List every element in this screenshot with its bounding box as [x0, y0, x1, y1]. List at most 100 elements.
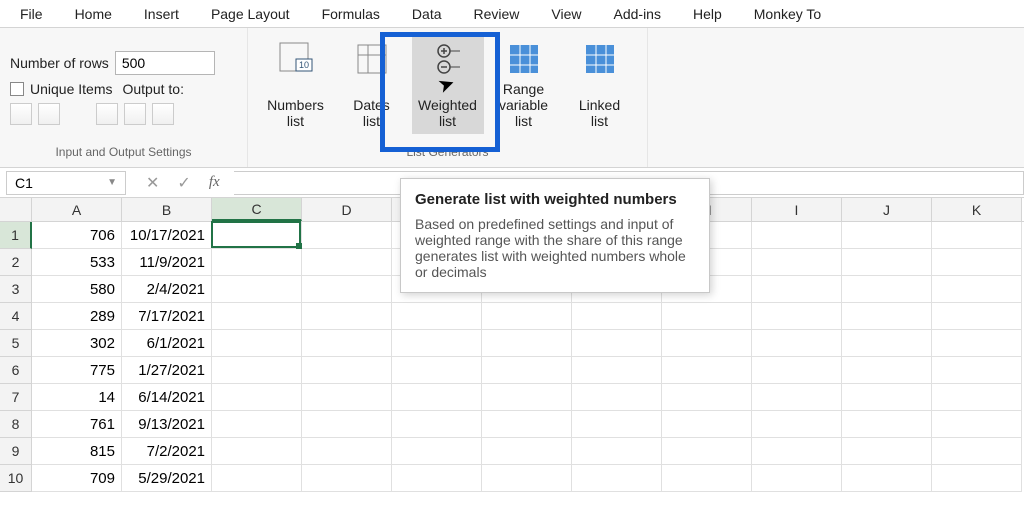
menu-view[interactable]: View [535, 2, 597, 26]
cell-D3[interactable] [302, 276, 392, 303]
cell-A9[interactable]: 815 [32, 438, 122, 465]
row-header-5[interactable]: 5 [0, 330, 32, 357]
cell-K6[interactable] [932, 357, 1022, 384]
cell-F6[interactable] [482, 357, 572, 384]
output-table-icon[interactable] [124, 103, 146, 125]
cell-C9[interactable] [212, 438, 302, 465]
cell-D6[interactable] [302, 357, 392, 384]
cell-A10[interactable]: 709 [32, 465, 122, 492]
cell-B2[interactable]: 11/9/2021 [122, 249, 212, 276]
unique-items-checkbox[interactable] [10, 82, 24, 96]
cell-B3[interactable]: 2/4/2021 [122, 276, 212, 303]
row-header-8[interactable]: 8 [0, 411, 32, 438]
cell-A5[interactable]: 302 [32, 330, 122, 357]
cell-H9[interactable] [662, 438, 752, 465]
menu-monkey-tools[interactable]: Monkey To [738, 2, 837, 26]
menu-file[interactable]: File [4, 2, 59, 26]
cell-D5[interactable] [302, 330, 392, 357]
accept-icon[interactable]: ✓ [177, 173, 190, 193]
cell-J8[interactable] [842, 411, 932, 438]
cell-I8[interactable] [752, 411, 842, 438]
cell-E8[interactable] [392, 411, 482, 438]
menu-data[interactable]: Data [396, 2, 458, 26]
cell-I1[interactable] [752, 222, 842, 249]
decimal-decrease-icon[interactable] [38, 103, 60, 125]
cell-K9[interactable] [932, 438, 1022, 465]
cell-A6[interactable]: 775 [32, 357, 122, 384]
col-header-D[interactable]: D [302, 198, 392, 221]
cell-C10[interactable] [212, 465, 302, 492]
cancel-icon[interactable]: ✕ [146, 173, 159, 193]
cell-D7[interactable] [302, 384, 392, 411]
cell-F8[interactable] [482, 411, 572, 438]
chevron-down-icon[interactable]: ▼ [107, 177, 117, 188]
cell-K8[interactable] [932, 411, 1022, 438]
cell-C8[interactable] [212, 411, 302, 438]
cell-D9[interactable] [302, 438, 392, 465]
cell-G9[interactable] [572, 438, 662, 465]
row-header-4[interactable]: 4 [0, 303, 32, 330]
cell-H4[interactable] [662, 303, 752, 330]
list-btn-range[interactable]: Rangevariable list [488, 34, 560, 134]
cell-A1[interactable]: 706 [32, 222, 122, 249]
cell-F9[interactable] [482, 438, 572, 465]
cell-J7[interactable] [842, 384, 932, 411]
decimal-increase-icon[interactable] [10, 103, 32, 125]
menu-page-layout[interactable]: Page Layout [195, 2, 306, 26]
cell-J6[interactable] [842, 357, 932, 384]
cell-A2[interactable]: 533 [32, 249, 122, 276]
cell-F7[interactable] [482, 384, 572, 411]
cell-G8[interactable] [572, 411, 662, 438]
cell-E10[interactable] [392, 465, 482, 492]
cell-H7[interactable] [662, 384, 752, 411]
cell-A8[interactable]: 761 [32, 411, 122, 438]
menu-add-ins[interactable]: Add-ins [598, 2, 677, 26]
cell-C2[interactable] [212, 249, 302, 276]
menu-help[interactable]: Help [677, 2, 738, 26]
menu-formulas[interactable]: Formulas [306, 2, 396, 26]
cell-K10[interactable] [932, 465, 1022, 492]
menu-review[interactable]: Review [458, 2, 536, 26]
cell-I6[interactable] [752, 357, 842, 384]
cell-A4[interactable]: 289 [32, 303, 122, 330]
cell-K2[interactable] [932, 249, 1022, 276]
menu-home[interactable]: Home [59, 2, 128, 26]
cell-J10[interactable] [842, 465, 932, 492]
fx-icon[interactable]: fx [209, 174, 220, 191]
col-header-I[interactable]: I [752, 198, 842, 221]
cell-A3[interactable]: 580 [32, 276, 122, 303]
cell-B10[interactable]: 5/29/2021 [122, 465, 212, 492]
rows-input[interactable] [115, 51, 215, 75]
cell-G4[interactable] [572, 303, 662, 330]
list-btn-linked[interactable]: Linkedlist [564, 34, 636, 134]
cell-D1[interactable] [302, 222, 392, 249]
output-sheet-icon[interactable] [96, 103, 118, 125]
cell-G5[interactable] [572, 330, 662, 357]
cell-K7[interactable] [932, 384, 1022, 411]
name-box[interactable]: C1 ▼ [6, 171, 126, 195]
cell-F10[interactable] [482, 465, 572, 492]
cell-B6[interactable]: 1/27/2021 [122, 357, 212, 384]
cell-K3[interactable] [932, 276, 1022, 303]
cell-I9[interactable] [752, 438, 842, 465]
cell-C4[interactable] [212, 303, 302, 330]
select-all-corner[interactable] [0, 198, 32, 221]
cell-I5[interactable] [752, 330, 842, 357]
cell-F5[interactable] [482, 330, 572, 357]
cell-D8[interactable] [302, 411, 392, 438]
cell-C7[interactable] [212, 384, 302, 411]
row-header-6[interactable]: 6 [0, 357, 32, 384]
row-header-7[interactable]: 7 [0, 384, 32, 411]
row-header-2[interactable]: 2 [0, 249, 32, 276]
cell-A7[interactable]: 14 [32, 384, 122, 411]
cell-B4[interactable]: 7/17/2021 [122, 303, 212, 330]
cell-B8[interactable]: 9/13/2021 [122, 411, 212, 438]
cell-I2[interactable] [752, 249, 842, 276]
cell-I10[interactable] [752, 465, 842, 492]
cell-J3[interactable] [842, 276, 932, 303]
cell-E4[interactable] [392, 303, 482, 330]
col-header-K[interactable]: K [932, 198, 1022, 221]
output-range-icon[interactable] [152, 103, 174, 125]
cell-D2[interactable] [302, 249, 392, 276]
cell-H10[interactable] [662, 465, 752, 492]
